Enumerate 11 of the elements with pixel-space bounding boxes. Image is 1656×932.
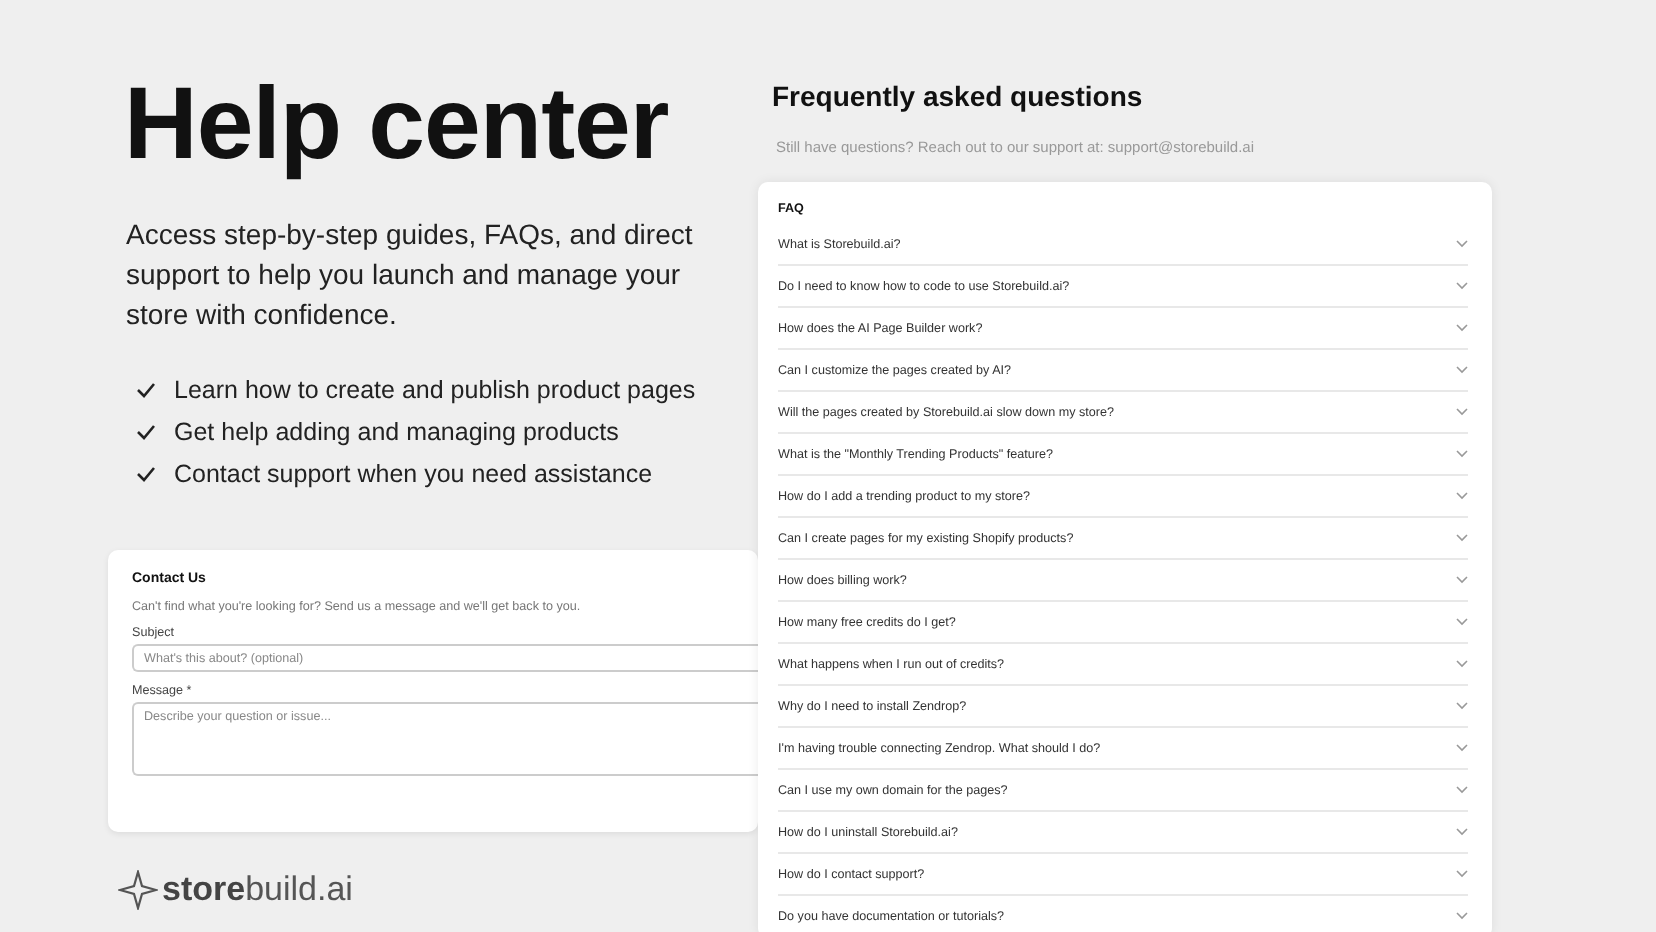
check-icon	[136, 466, 156, 482]
feature-text: Get help adding and managing products	[174, 416, 619, 448]
feature-text: Contact support when you need assistance	[174, 458, 653, 490]
check-icon	[136, 424, 156, 440]
page-title: Help center	[124, 68, 669, 180]
check-icon	[136, 382, 156, 398]
section-title: Frequently asked questions	[772, 80, 1143, 112]
feature-text: Learn how to create and publish product pages	[174, 374, 696, 406]
logo-text: storebuild.ai	[162, 870, 353, 910]
sparkle-icon	[118, 870, 158, 910]
hero-description: Access step-by-step guides, FAQs, and direct support to help you launch and manage your store with confidence.	[126, 216, 695, 334]
